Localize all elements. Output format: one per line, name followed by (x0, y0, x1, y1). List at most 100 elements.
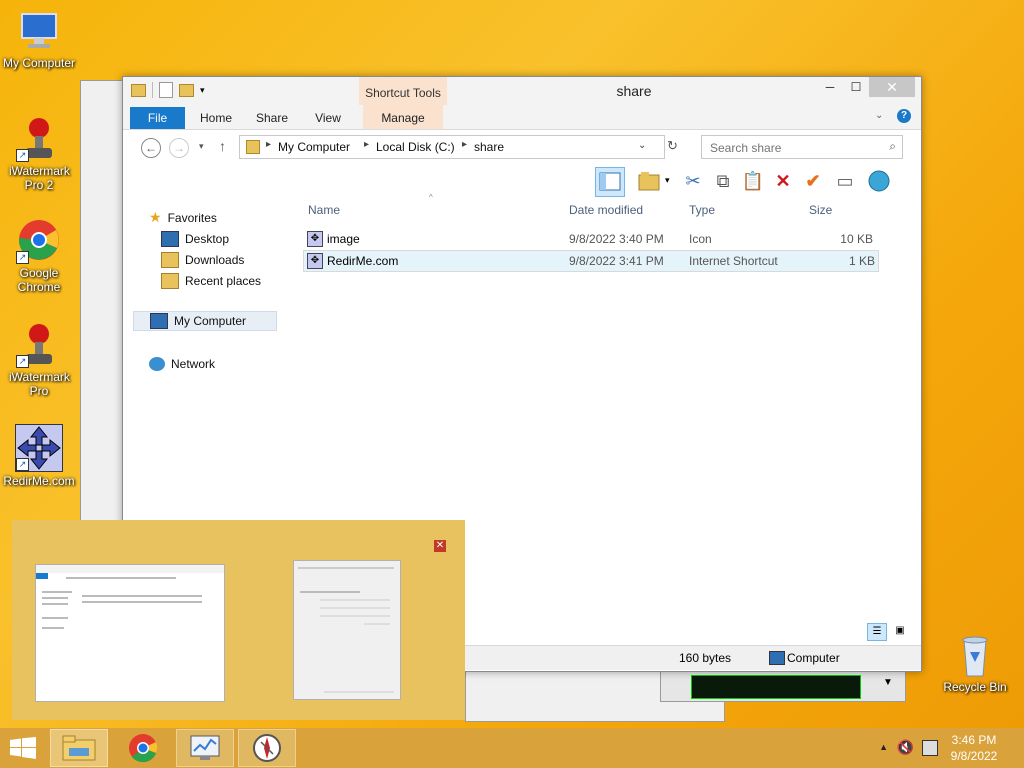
taskbar-chrome[interactable] (114, 729, 172, 767)
desktop-icon-iwatermark-pro[interactable]: ↗ iWatermark Pro (0, 322, 78, 398)
desktop-icon-recycle-bin[interactable]: Recycle Bin (936, 632, 1014, 694)
column-type[interactable]: Type (689, 203, 715, 217)
large-icons-view-icon[interactable]: ▣ (891, 623, 909, 639)
paste-icon[interactable]: 📋 (739, 167, 767, 195)
tab-file[interactable]: File (130, 107, 185, 129)
taskbar: ▲ 🔇 3:46 PM 9/8/2022 (0, 728, 1024, 768)
windows-logo-icon (10, 737, 36, 759)
column-size[interactable]: Size (809, 203, 832, 217)
status-size: 160 bytes (679, 651, 732, 665)
compass-icon (253, 734, 281, 762)
desktop-icon-label: iWatermark Pro (9, 370, 70, 398)
address-bar[interactable]: ▸ My Computer ▸ Local Disk (C:) ▸ share … (239, 135, 665, 159)
folder-options-icon[interactable] (635, 167, 663, 195)
clock-date: 9/8/2022 (950, 749, 998, 763)
column-name[interactable]: Name (308, 203, 340, 217)
up-button[interactable]: ↑ (219, 138, 226, 154)
preview-pane-icon[interactable] (595, 167, 625, 197)
refresh-button[interactable]: ↻ (667, 138, 678, 154)
show-hidden-icons-button[interactable]: ▲ (879, 742, 888, 752)
folder-options-dropdown-icon[interactable]: ▾ (665, 175, 670, 186)
desktop-icon-my-computer[interactable]: My Computer (0, 8, 78, 70)
nav-recent-places[interactable]: Recent places (161, 273, 261, 289)
desktop-icon-label: RedirMe.com (3, 474, 75, 488)
details-view-icon[interactable]: ☰ (867, 623, 887, 641)
network-status-icon[interactable] (922, 740, 938, 756)
column-date-modified[interactable]: Date modified (569, 203, 643, 217)
nav-favorites[interactable]: ★ Favorites (149, 209, 217, 226)
toolbar: ▾ ✂ ⧉ 📋 ✕ ✔ ▭ (591, 165, 921, 201)
network-icon (149, 357, 165, 371)
chevron-down-icon[interactable]: ▼ (883, 677, 893, 688)
volume-muted-icon[interactable]: 🔇 (897, 739, 914, 756)
desktop-icon-iwatermark-pro-2[interactable]: ↗ iWatermark Pro 2 (0, 116, 78, 192)
rename-icon[interactable]: ▭ (831, 167, 859, 195)
taskbar-file-explorer[interactable] (50, 729, 108, 767)
window-title: share (616, 83, 652, 99)
delete-icon[interactable]: ✕ (769, 167, 797, 195)
background-window-right[interactable]: ▼ (660, 670, 906, 702)
copy-icon[interactable]: ⧉ (709, 167, 737, 195)
shell-icon[interactable] (865, 167, 893, 195)
shortcut-arrow-icon: ↗ (16, 458, 29, 471)
minimize-button[interactable]: ─ (817, 77, 843, 97)
clock-time: 3:46 PM (951, 733, 997, 747)
desktop-icon-redirme[interactable]: ↗ RedirMe.com (0, 424, 78, 488)
desktop-icon (161, 231, 179, 247)
move-arrows-icon: ✥ (307, 231, 323, 247)
checkmark-icon[interactable]: ✔ (799, 167, 827, 195)
file-row-redirme[interactable]: ✥ RedirMe.com 9/8/2022 3:41 PM Internet … (303, 250, 879, 272)
close-button[interactable]: ✕ (869, 77, 915, 97)
back-button[interactable]: ← (141, 138, 161, 158)
thumbnail-explorer[interactable] (35, 564, 225, 702)
computer-icon (16, 8, 62, 54)
search-icon[interactable]: ⌕ (889, 139, 896, 154)
nav-downloads[interactable]: Downloads (161, 252, 244, 268)
address-dropdown-icon[interactable]: ⌄ (638, 140, 646, 151)
start-button[interactable] (10, 737, 36, 759)
sort-indicator-icon: ^ (429, 193, 433, 202)
move-arrows-icon: ↗ (15, 424, 63, 472)
thumbnail-properties[interactable] (293, 560, 401, 700)
taskbar-redirme[interactable] (238, 729, 296, 767)
downloads-icon (161, 252, 179, 268)
close-preview-button[interactable]: ✕ (434, 540, 446, 552)
desktop-icon-google-chrome[interactable]: ↗ Google Chrome (0, 218, 78, 294)
breadcrumb-my-computer[interactable]: My Computer (278, 140, 350, 154)
tab-home[interactable]: Home (193, 107, 239, 129)
taskbar-performance-monitor[interactable] (176, 729, 234, 767)
tab-view[interactable]: View (305, 107, 351, 129)
nav-network[interactable]: Network (149, 357, 215, 371)
title-bar[interactable]: ▾ Shortcut Tools share ─ ☐ ✕ (123, 77, 921, 129)
cut-icon[interactable]: ✂ (679, 167, 707, 195)
recent-locations-icon[interactable]: ▾ (199, 141, 204, 152)
nav-my-computer[interactable]: My Computer (133, 311, 277, 331)
desktop-icon-label: Recycle Bin (943, 680, 1007, 694)
search-input[interactable] (708, 138, 882, 158)
shortcut-arrow-icon: ↗ (16, 251, 29, 264)
breadcrumb-local-disk[interactable]: Local Disk (C:) (376, 140, 455, 154)
desktop-icon-label: iWatermark Pro 2 (9, 164, 70, 192)
recycle-bin-icon (952, 632, 998, 678)
desktop-icon-label: My Computer (2, 56, 76, 70)
breadcrumb-share[interactable]: share (474, 140, 504, 154)
nav-desktop[interactable]: Desktop (161, 231, 229, 247)
folder-icon (246, 140, 260, 154)
desktop-icon-label: Google Chrome (17, 266, 61, 294)
expand-ribbon-icon[interactable]: ⌄ (875, 110, 883, 121)
maximize-button[interactable]: ☐ (843, 77, 869, 97)
move-arrows-icon: ✥ (307, 253, 323, 269)
tab-share[interactable]: Share (249, 107, 295, 129)
forward-button[interactable]: → (169, 138, 189, 158)
file-row-image[interactable]: ✥ image 9/8/2022 3:40 PM Icon 10 KB (303, 229, 877, 249)
graph-panel (691, 675, 861, 699)
tab-manage[interactable]: Manage (363, 105, 443, 129)
iwatermark-icon: ↗ (16, 116, 62, 162)
iwatermark-icon: ↗ (16, 322, 62, 368)
search-box[interactable]: ⌕ (701, 135, 903, 159)
clock[interactable]: 3:46 PM 9/8/2022 (944, 732, 1004, 764)
monitor-icon (190, 735, 220, 760)
help-icon[interactable]: ? (897, 109, 911, 123)
address-bar-row: ← → ▾ ↑ ▸ My Computer ▸ Local Disk (C:) … (123, 130, 921, 164)
status-location: Computer (787, 651, 840, 665)
